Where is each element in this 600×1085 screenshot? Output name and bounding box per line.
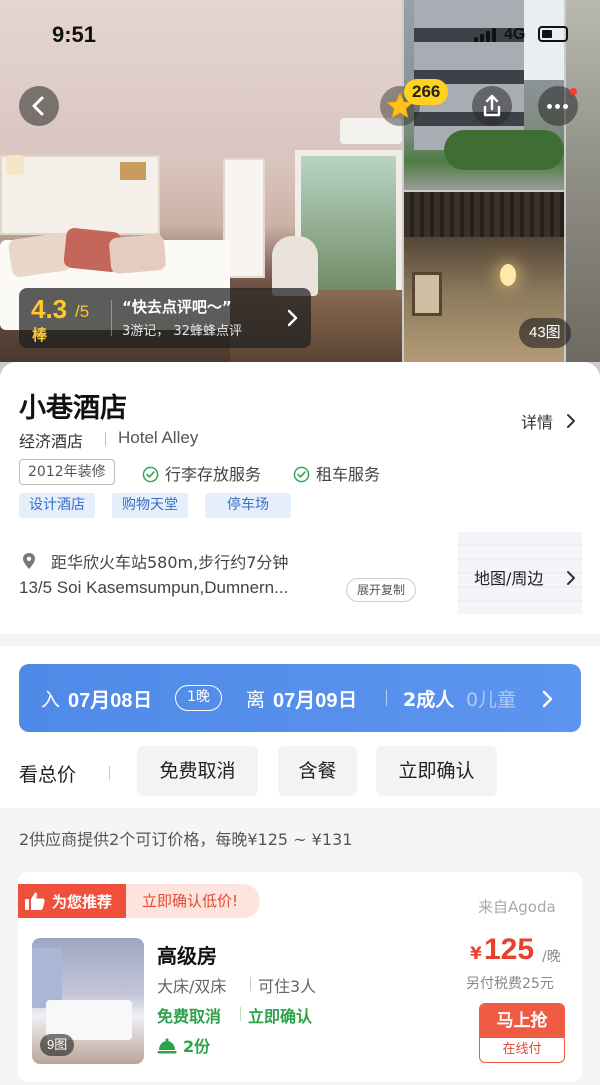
checkin-date: 07月08: [68, 690, 133, 712]
rating-summary[interactable]: 4.3 /5 棒 “快去点评吧～” 3游记， 32蜂蜂点评: [19, 288, 311, 348]
service-label: 租车服务: [316, 465, 381, 484]
network-type: 4G: [504, 26, 526, 43]
photo-count-badge[interactable]: 43图: [519, 318, 571, 348]
service-label: 行李存放服务: [165, 465, 262, 484]
chevron-right-icon[interactable]: [565, 412, 577, 430]
feature-tag: 购物天堂: [112, 493, 188, 518]
divider: [109, 766, 110, 780]
room-photo-count: 9图: [40, 1034, 75, 1056]
recommend-badge-label: 为您推荐: [52, 893, 113, 911]
battery-icon: [538, 26, 568, 42]
pay-method-label: 在线付: [502, 1042, 542, 1057]
confirm-policy: 立即确认: [248, 1007, 313, 1026]
notification-dot: [570, 88, 577, 95]
distance-text: 距华欣火车站580m,步行约7分钟: [51, 553, 289, 572]
checkout-date: 07月09: [273, 690, 338, 712]
filter-instant-confirm[interactable]: 立即确认: [376, 746, 497, 796]
side-photo[interactable]: [566, 0, 600, 362]
chevron-left-icon: [32, 96, 44, 116]
checkin-day-suffix: 日: [133, 689, 153, 711]
stock-count: 2份: [183, 1037, 211, 1056]
room-offer-card[interactable]: 为您推荐 立即确认低价! 来自Agoda 9图 高级房 大床/双床 可住3人 免…: [18, 872, 582, 1082]
back-button[interactable]: [19, 86, 59, 126]
date-guest-selector[interactable]: 入 07月08 日 1晚 离 07月09 日 2成人 0儿童: [19, 664, 581, 732]
hotel-info-card: 小巷酒店 经济酒店 Hotel Alley 详情 2012年装修 行李存放服务 …: [0, 362, 600, 634]
chevron-right-icon: [287, 309, 298, 327]
price-value: 125: [484, 933, 535, 966]
status-time: 9:51: [52, 22, 97, 47]
tax-note: 另付税费25元: [466, 976, 554, 992]
hotel-type: 经济酒店: [19, 432, 84, 451]
map-nearby-link[interactable]: 地图/周边: [474, 565, 543, 589]
recommend-badge: 为您推荐: [18, 884, 135, 918]
hotel-photo-gallery[interactable]: 9:51 4G 266 4.3 /5 棒 “快去点评吧～” 3游记， 32蜂蜂点…: [0, 0, 600, 380]
check-circle-icon: [293, 466, 310, 483]
details-link[interactable]: 详情: [521, 409, 553, 433]
divider: [250, 977, 251, 991]
price-filter-row: 看总价 免费取消 含餐 立即确认: [0, 746, 600, 798]
feature-tag: 设计酒店: [19, 493, 95, 518]
thumbs-up-icon: [25, 892, 45, 910]
price-unit: /晚: [542, 949, 561, 965]
divider: [105, 432, 106, 446]
checkin-label: 入: [41, 689, 61, 711]
divider: [111, 300, 112, 336]
renovation-year-tag: 2012年装修: [19, 459, 115, 485]
adults-count: 2成人: [403, 689, 455, 711]
signal-icon: [474, 28, 498, 42]
nights-badge: 1晚: [175, 685, 222, 711]
checkout-day-suffix: 日: [338, 689, 358, 711]
more-dots-icon: [547, 104, 569, 109]
cancel-policy: 免费取消: [157, 1007, 222, 1026]
bed-type: 大床/双床: [157, 977, 227, 996]
rating-word: 棒: [32, 326, 48, 344]
rating-score: 4.3: [31, 294, 68, 324]
meal-stock: 2份: [157, 1033, 210, 1057]
children-count: 0儿童: [466, 689, 517, 711]
divider: [386, 690, 387, 706]
feature-tag: 停车场: [205, 493, 291, 518]
more-button[interactable]: [538, 86, 578, 126]
share-icon: [483, 94, 501, 117]
room-photo[interactable]: 9图: [32, 938, 144, 1064]
recommend-text: 立即确认低价!: [126, 884, 261, 918]
service-luggage: 行李存放服务: [142, 461, 261, 485]
filter-meals[interactable]: 含餐: [278, 746, 357, 796]
filter-free-cancel[interactable]: 免费取消: [137, 746, 258, 796]
expand-copy-button[interactable]: 展开复制: [346, 578, 417, 602]
hotel-english-name: Hotel Alley: [118, 428, 199, 447]
book-now-button[interactable]: 马上抢 在线付: [479, 1003, 565, 1063]
service-car-rental: 租车服务: [293, 461, 380, 485]
location-pin-icon: [23, 553, 35, 569]
book-now-label: 马上抢: [480, 1004, 564, 1038]
price-currency: ¥: [470, 944, 482, 964]
booking-section: 入 07月08 日 1晚 离 07月09 日 2成人 0儿童 看总价 免费取消 …: [0, 646, 600, 808]
chevron-right-icon: [542, 690, 553, 708]
chevron-right-icon[interactable]: [565, 569, 577, 587]
total-price-toggle[interactable]: 看总价: [19, 760, 76, 787]
location-row[interactable]: 距华欣火车站580m,步行约7分钟 13/5 Soi Kasemsumpun,D…: [0, 532, 600, 614]
review-stats: 3游记， 32蜂蜂点评: [122, 324, 242, 339]
dish-cover-icon: [157, 1038, 177, 1054]
supplier-summary: 2供应商提供2个可订价格，每晚¥125 ~ ¥131: [19, 830, 353, 849]
share-button[interactable]: [472, 86, 512, 126]
checkout-label: 离: [246, 689, 266, 711]
occupancy: 可住3人: [258, 977, 317, 996]
favorite-count: 266: [404, 79, 449, 105]
room-name: 高级房: [157, 944, 217, 968]
supplier-source: 来自Agoda: [478, 898, 556, 916]
divider: [240, 1007, 241, 1021]
address-text: 13/5 Soi Kasemsumpun,Dumnern...: [19, 578, 289, 597]
review-prompt: “快去点评吧～”: [122, 298, 232, 316]
hotel-name: 小巷酒店: [19, 393, 127, 424]
rating-max: /5: [75, 302, 90, 321]
check-circle-icon: [142, 466, 159, 483]
